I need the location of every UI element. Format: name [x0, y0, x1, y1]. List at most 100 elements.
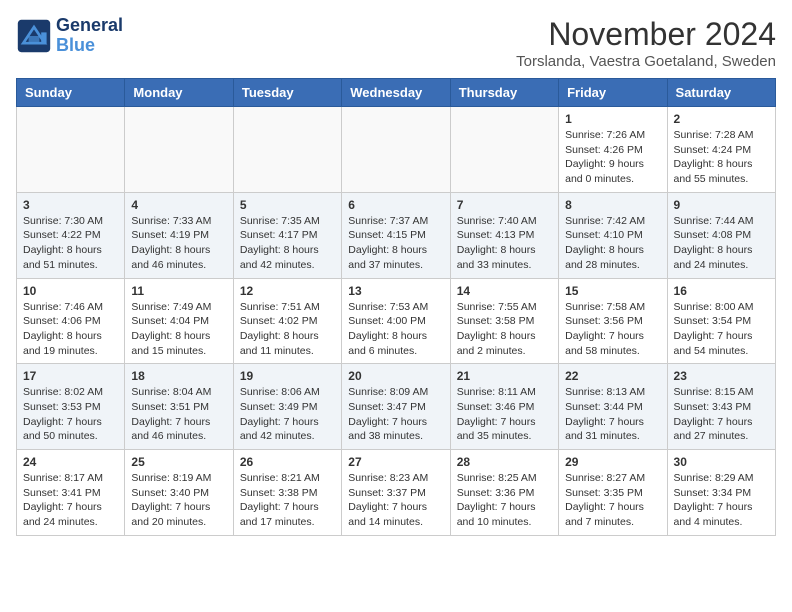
logo-line2: Blue [56, 36, 123, 56]
day-info: Sunrise: 8:06 AM Sunset: 3:49 PM Dayligh… [240, 385, 335, 444]
day-number: 12 [240, 284, 335, 298]
day-number: 23 [674, 369, 769, 383]
calendar-cell: 20 Sunrise: 8:09 AM Sunset: 3:47 PM Dayli… [342, 364, 450, 450]
calendar-cell: 4 Sunrise: 7:33 AM Sunset: 4:19 PM Daylig… [125, 192, 233, 278]
weekday-header-wednesday: Wednesday [342, 79, 450, 107]
day-info: Sunrise: 8:21 AM Sunset: 3:38 PM Dayligh… [240, 471, 335, 530]
day-info: Sunrise: 8:19 AM Sunset: 3:40 PM Dayligh… [131, 471, 226, 530]
calendar-cell: 16Sunrise: 8:00 AM Sunset: 3:54 PM Dayli… [667, 278, 775, 364]
calendar-cell: 23 Sunrise: 8:15 AM Sunset: 3:43 PM Dayli… [667, 364, 775, 450]
week-row-3: 10 Sunrise: 7:46 AM Sunset: 4:06 PM Dayli… [17, 278, 776, 364]
day-info: Sunrise: 8:17 AM Sunset: 3:41 PM Dayligh… [23, 471, 118, 530]
day-info: Sunrise: 8:11 AM Sunset: 3:46 PM Dayligh… [457, 385, 552, 444]
calendar-cell: 17 Sunrise: 8:02 AM Sunset: 3:53 PM Dayli… [17, 364, 125, 450]
calendar-cell: 27Sunrise: 8:23 AM Sunset: 3:37 PM Dayli… [342, 450, 450, 536]
day-number: 9 [674, 198, 769, 212]
calendar-cell: 13 Sunrise: 7:53 AM Sunset: 4:00 PM Dayli… [342, 278, 450, 364]
day-number: 26 [240, 455, 335, 469]
weekday-header-friday: Friday [559, 79, 667, 107]
calendar-cell: 28 Sunrise: 8:25 AM Sunset: 3:36 PM Dayli… [450, 450, 558, 536]
calendar-cell: 2Sunrise: 7:28 AM Sunset: 4:24 PM Daylig… [667, 107, 775, 193]
day-number: 19 [240, 369, 335, 383]
day-info: Sunrise: 7:46 AM Sunset: 4:06 PM Dayligh… [23, 300, 118, 359]
day-info: Sunrise: 7:30 AM Sunset: 4:22 PM Dayligh… [23, 214, 118, 273]
calendar-header-row: SundayMondayTuesdayWednesdayThursdayFrid… [17, 79, 776, 107]
week-row-2: 3 Sunrise: 7:30 AM Sunset: 4:22 PM Daylig… [17, 192, 776, 278]
day-info: Sunrise: 8:09 AM Sunset: 3:47 PM Dayligh… [348, 385, 443, 444]
day-info: Sunrise: 7:40 AM Sunset: 4:13 PM Dayligh… [457, 214, 552, 273]
day-number: 22 [565, 369, 660, 383]
calendar-cell: 26 Sunrise: 8:21 AM Sunset: 3:38 PM Dayli… [233, 450, 341, 536]
day-info: Sunrise: 8:15 AM Sunset: 3:43 PM Dayligh… [674, 385, 769, 444]
logo-line1: General [56, 16, 123, 36]
day-number: 7 [457, 198, 552, 212]
month-title: November 2024 [516, 16, 776, 53]
calendar-cell: 9 Sunrise: 7:44 AM Sunset: 4:08 PM Daylig… [667, 192, 775, 278]
weekday-header-monday: Monday [125, 79, 233, 107]
weekday-header-sunday: Sunday [17, 79, 125, 107]
day-info: Sunrise: 7:35 AM Sunset: 4:17 PM Dayligh… [240, 214, 335, 273]
day-number: 17 [23, 369, 118, 383]
calendar-cell: 14Sunrise: 7:55 AM Sunset: 3:58 PM Dayli… [450, 278, 558, 364]
day-number: 4 [131, 198, 226, 212]
calendar-cell: 29 Sunrise: 8:27 AM Sunset: 3:35 PM Dayli… [559, 450, 667, 536]
day-number: 16 [674, 284, 769, 298]
day-info: Sunrise: 7:53 AM Sunset: 4:00 PM Dayligh… [348, 300, 443, 359]
day-info: Sunrise: 7:42 AM Sunset: 4:10 PM Dayligh… [565, 214, 660, 273]
calendar-cell [17, 107, 125, 193]
calendar-cell: 24 Sunrise: 8:17 AM Sunset: 3:41 PM Dayli… [17, 450, 125, 536]
day-number: 20 [348, 369, 443, 383]
day-number: 3 [23, 198, 118, 212]
week-row-4: 17 Sunrise: 8:02 AM Sunset: 3:53 PM Dayli… [17, 364, 776, 450]
day-info: Sunrise: 7:33 AM Sunset: 4:19 PM Dayligh… [131, 214, 226, 273]
calendar-cell: 1Sunrise: 7:26 AM Sunset: 4:26 PM Daylig… [559, 107, 667, 193]
calendar-cell: 8 Sunrise: 7:42 AM Sunset: 4:10 PM Daylig… [559, 192, 667, 278]
logo: General Blue [16, 16, 123, 56]
calendar-cell [450, 107, 558, 193]
day-info: Sunrise: 8:27 AM Sunset: 3:35 PM Dayligh… [565, 471, 660, 530]
week-row-1: 1Sunrise: 7:26 AM Sunset: 4:26 PM Daylig… [17, 107, 776, 193]
day-number: 30 [674, 455, 769, 469]
logo-icon [16, 18, 52, 54]
day-number: 14 [457, 284, 552, 298]
calendar-table: SundayMondayTuesdayWednesdayThursdayFrid… [16, 78, 776, 536]
calendar-cell: 6Sunrise: 7:37 AM Sunset: 4:15 PM Daylig… [342, 192, 450, 278]
day-number: 11 [131, 284, 226, 298]
day-info: Sunrise: 8:04 AM Sunset: 3:51 PM Dayligh… [131, 385, 226, 444]
day-number: 10 [23, 284, 118, 298]
calendar-cell: 3 Sunrise: 7:30 AM Sunset: 4:22 PM Daylig… [17, 192, 125, 278]
week-row-5: 24 Sunrise: 8:17 AM Sunset: 3:41 PM Dayli… [17, 450, 776, 536]
calendar-cell [233, 107, 341, 193]
day-number: 13 [348, 284, 443, 298]
weekday-header-tuesday: Tuesday [233, 79, 341, 107]
weekday-header-saturday: Saturday [667, 79, 775, 107]
calendar-cell: 30Sunrise: 8:29 AM Sunset: 3:34 PM Dayli… [667, 450, 775, 536]
calendar-cell: 15Sunrise: 7:58 AM Sunset: 3:56 PM Dayli… [559, 278, 667, 364]
day-info: Sunrise: 8:13 AM Sunset: 3:44 PM Dayligh… [565, 385, 660, 444]
page-header: General Blue November 2024 Torslanda, Va… [16, 16, 776, 70]
day-number: 6 [348, 198, 443, 212]
day-info: Sunrise: 8:02 AM Sunset: 3:53 PM Dayligh… [23, 385, 118, 444]
calendar-cell: 21 Sunrise: 8:11 AM Sunset: 3:46 PM Dayli… [450, 364, 558, 450]
day-number: 5 [240, 198, 335, 212]
day-number: 8 [565, 198, 660, 212]
day-info: Sunrise: 7:49 AM Sunset: 4:04 PM Dayligh… [131, 300, 226, 359]
day-info: Sunrise: 7:28 AM Sunset: 4:24 PM Dayligh… [674, 128, 769, 187]
day-number: 28 [457, 455, 552, 469]
weekday-header-thursday: Thursday [450, 79, 558, 107]
calendar-cell: 10 Sunrise: 7:46 AM Sunset: 4:06 PM Dayli… [17, 278, 125, 364]
day-info: Sunrise: 7:51 AM Sunset: 4:02 PM Dayligh… [240, 300, 335, 359]
calendar-cell: 19 Sunrise: 8:06 AM Sunset: 3:49 PM Dayli… [233, 364, 341, 450]
location-subtitle: Torslanda, Vaestra Goetaland, Sweden [516, 53, 776, 70]
day-info: Sunrise: 7:44 AM Sunset: 4:08 PM Dayligh… [674, 214, 769, 273]
day-number: 25 [131, 455, 226, 469]
day-number: 24 [23, 455, 118, 469]
calendar-cell [342, 107, 450, 193]
day-number: 21 [457, 369, 552, 383]
day-info: Sunrise: 7:26 AM Sunset: 4:26 PM Dayligh… [565, 128, 660, 187]
calendar-cell: 5 Sunrise: 7:35 AM Sunset: 4:17 PM Daylig… [233, 192, 341, 278]
day-number: 18 [131, 369, 226, 383]
day-number: 29 [565, 455, 660, 469]
day-number: 15 [565, 284, 660, 298]
day-info: Sunrise: 8:25 AM Sunset: 3:36 PM Dayligh… [457, 471, 552, 530]
